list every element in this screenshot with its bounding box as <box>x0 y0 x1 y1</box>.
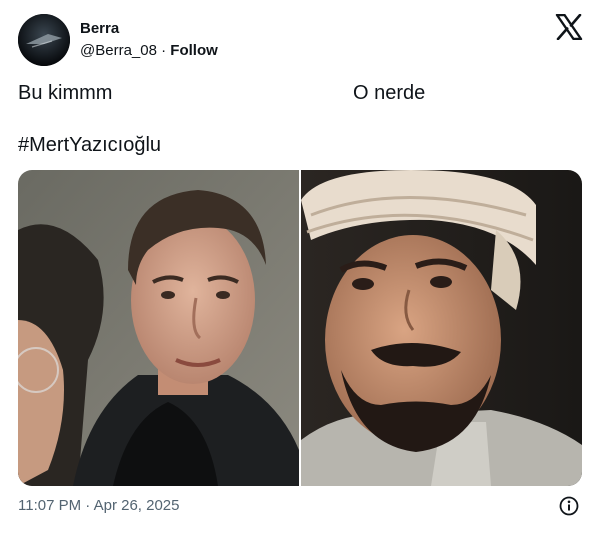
info-icon[interactable] <box>559 496 579 516</box>
timestamp[interactable]: 11:07 PM · Apr 26, 2025 <box>18 497 180 514</box>
tweet-text-line-2: O nerde <box>353 82 426 104</box>
follow-button[interactable]: Follow <box>170 42 218 59</box>
photo-right[interactable] <box>301 170 582 486</box>
media-grid <box>18 170 582 486</box>
author-handle-row: @Berra_08 · Follow <box>80 42 218 59</box>
x-logo-icon[interactable] <box>555 13 583 41</box>
tweet-card: Berra @Berra_08 · Follow Bu kimmm O nerd… <box>0 0 600 536</box>
tweet-text-line-1: Bu kimmm <box>18 82 113 104</box>
hashtag-link[interactable]: #MertYazıcıoğlu <box>18 134 161 157</box>
author-name[interactable]: Berra <box>80 20 119 37</box>
avatar[interactable] <box>18 14 70 66</box>
photo-left[interactable] <box>18 170 299 486</box>
author-handle[interactable]: @Berra_08 <box>80 42 157 59</box>
separator: · <box>161 42 167 59</box>
